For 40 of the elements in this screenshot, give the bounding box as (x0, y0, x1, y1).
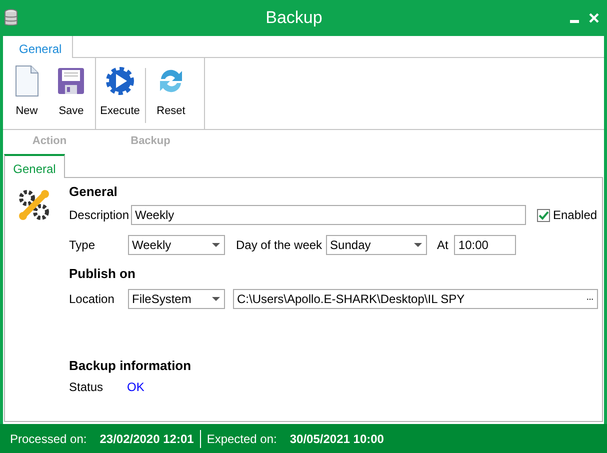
close-icon[interactable] (589, 13, 599, 23)
dropdown-arrow-icon (414, 243, 422, 247)
text-field[interactable]: 10:00 (454, 235, 516, 255)
play-gear-icon (105, 66, 135, 96)
field-label: At (437, 237, 448, 254)
dropdown[interactable]: Sunday (326, 235, 428, 255)
dropdown-arrow-icon (212, 243, 220, 247)
field-label: Description (69, 207, 130, 224)
dropdown[interactable]: Weekly (128, 235, 225, 255)
status-value: 23/02/2020 12:01 (100, 430, 194, 448)
ribbon-tab[interactable]: General (3, 36, 73, 58)
ribbon-button[interactable]: Execute (98, 62, 142, 120)
field-label: Enabled (553, 207, 598, 224)
checkbox[interactable] (537, 208, 550, 222)
section-heading: General (69, 183, 118, 198)
ellipsis-button[interactable]: ··· (586, 292, 593, 306)
text-field[interactable]: Weekly (131, 205, 526, 225)
dropdown-arrow-icon (212, 297, 220, 301)
path-field[interactable]: C:\Users\Apollo.E-SHARK\Desktop\IL SPY ··· (233, 289, 598, 309)
tools-icon (17, 188, 51, 222)
field-label: Type (69, 237, 96, 254)
document-icon (14, 64, 39, 96)
field-label: Day of the week (236, 237, 322, 254)
group-label: Action (31, 134, 68, 149)
section-heading: Backup information (69, 357, 192, 372)
status-label: Processed on: (10, 430, 87, 448)
window-title: Backup (264, 7, 324, 30)
section-heading: Publish on (69, 265, 136, 280)
page-tab[interactable]: General (4, 154, 65, 178)
dropdown[interactable]: FileSystem (128, 289, 225, 309)
status-value: 30/05/2021 10:00 (290, 430, 384, 448)
ribbon-button[interactable]: Reset (149, 62, 193, 120)
status-value: OK (127, 379, 144, 396)
database-icon (4, 9, 18, 27)
field-label: Location (69, 291, 116, 308)
ribbon-button[interactable]: Save (50, 62, 93, 120)
group-label: Backup (130, 134, 172, 149)
ribbon-button[interactable]: New (5, 62, 48, 120)
status-label: Expected on: (206, 430, 277, 448)
field-label: Status (69, 379, 104, 396)
